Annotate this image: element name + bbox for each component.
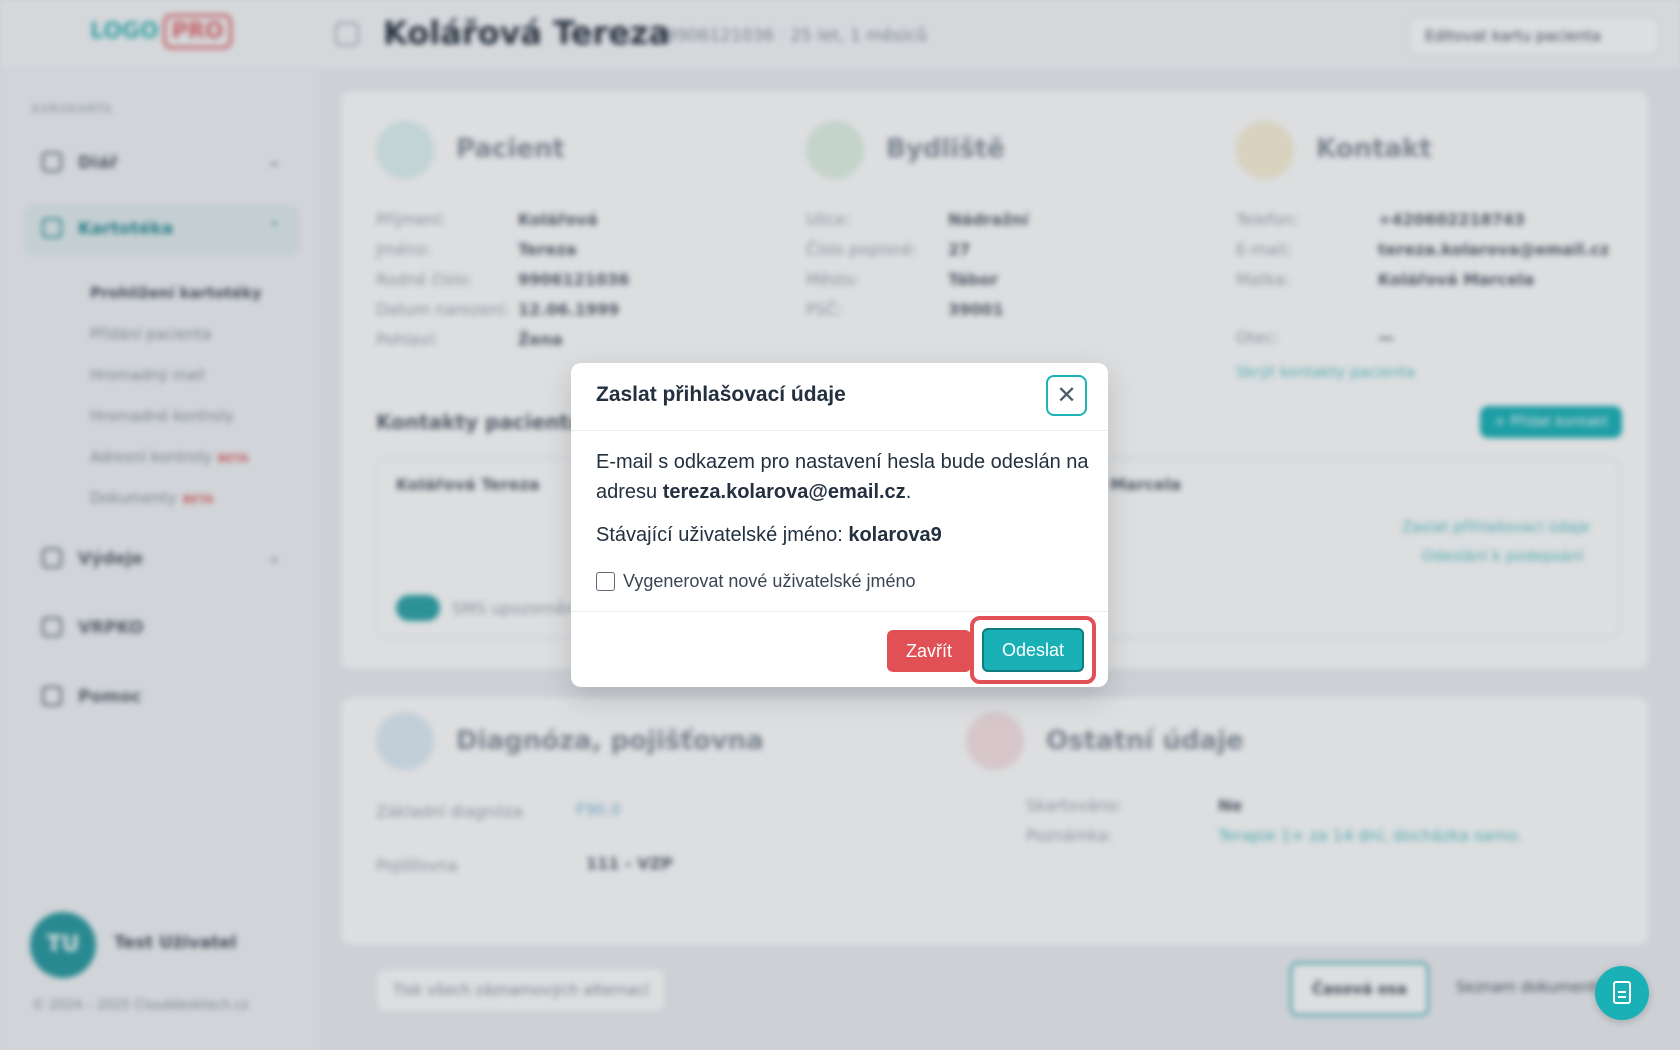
modal-message: E-mail s odkazem pro nastavení hesla bud… — [596, 451, 1089, 503]
modal-header: Zaslat přihlašovací údaje ✕ — [571, 363, 1108, 431]
modal-footer: Zavřít Odeslat — [571, 611, 1108, 687]
current-username: Stávající uživatelské jméno: kolarova9 — [596, 524, 942, 546]
send-button-highlight: Odeslat — [970, 616, 1096, 684]
modal-title: Zaslat přihlašovací údaje — [596, 383, 846, 406]
generate-username-label[interactable]: Vygenerovat nové uživatelské jméno — [623, 571, 916, 592]
generate-username-checkbox[interactable] — [596, 572, 615, 591]
close-icon[interactable]: ✕ — [1046, 375, 1087, 416]
close-button[interactable]: Zavřít — [887, 630, 971, 672]
send-credentials-modal: Zaslat přihlašovací údaje ✕ E-mail s odk… — [571, 363, 1108, 687]
recipient-email: tereza.kolarova@email.cz — [662, 481, 906, 503]
username-value: kolarova9 — [848, 524, 942, 546]
generate-username-option[interactable]: Vygenerovat nové uživatelské jméno — [596, 571, 916, 595]
send-button[interactable]: Odeslat — [982, 628, 1084, 672]
document-icon — [1613, 981, 1631, 1004]
document-fab-button[interactable] — [1595, 966, 1649, 1020]
